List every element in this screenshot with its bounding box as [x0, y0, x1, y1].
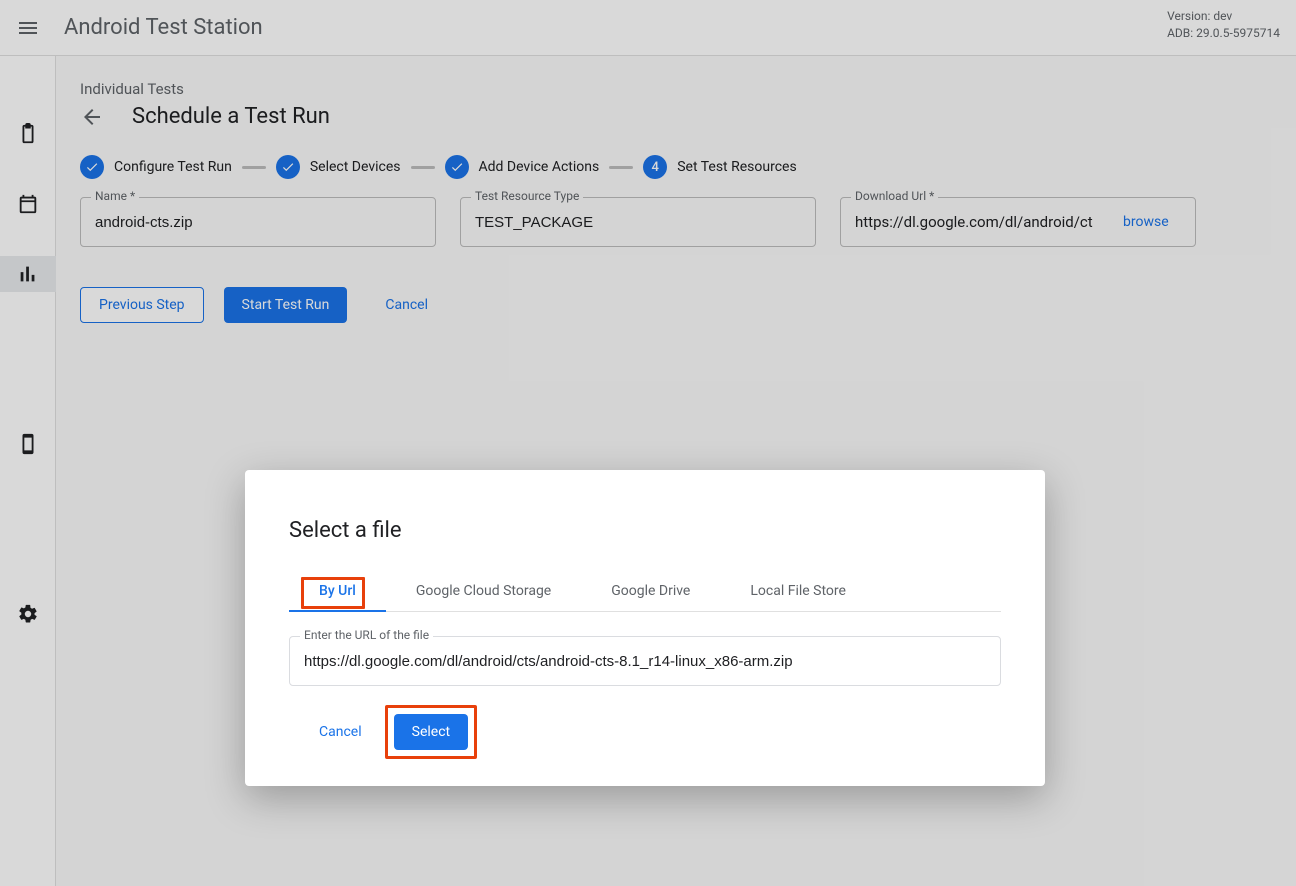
- select-file-dialog: Select a file By Url Google Cloud Storag…: [245, 470, 1045, 786]
- check-icon: [80, 155, 104, 179]
- name-field[interactable]: Name *: [80, 197, 436, 247]
- stepper: Configure Test Run Select Devices Add De…: [80, 155, 1272, 179]
- start-test-run-button[interactable]: Start Test Run: [224, 287, 348, 323]
- page-title: Schedule a Test Run: [132, 104, 330, 129]
- tab-by-url[interactable]: By Url: [289, 571, 386, 611]
- rail-calendar-icon[interactable]: [0, 186, 56, 222]
- dialog-select-button[interactable]: Select: [394, 714, 468, 750]
- page-header: Schedule a Test Run: [80, 104, 1272, 129]
- rail-phone-icon[interactable]: [0, 426, 56, 462]
- rail-chart-icon[interactable]: [0, 256, 56, 292]
- field-label: Name *: [91, 189, 139, 203]
- step-actions[interactable]: Add Device Actions: [445, 155, 600, 179]
- url-field[interactable]: Download Url * https://dl.google.com/dl/…: [840, 197, 1196, 247]
- step-label: Set Test Resources: [677, 159, 796, 175]
- check-icon: [276, 155, 300, 179]
- dialog-actions: Cancel Select: [289, 714, 1001, 750]
- appbar: Android Test Station Version: dev ADB: 2…: [0, 0, 1296, 56]
- step-devices[interactable]: Select Devices: [276, 155, 401, 179]
- rail-clipboard-icon[interactable]: [0, 116, 56, 152]
- dialog-title: Select a file: [289, 518, 1001, 543]
- step-resources[interactable]: 4 Set Test Resources: [643, 155, 796, 179]
- back-arrow-icon[interactable]: [80, 105, 104, 129]
- step-line: [242, 166, 266, 169]
- field-label: Test Resource Type: [471, 189, 583, 203]
- side-rail: [0, 56, 56, 886]
- type-input[interactable]: [475, 214, 801, 231]
- step-label: Configure Test Run: [114, 159, 232, 175]
- resource-fields: Name * Test Resource Type Download Url *…: [80, 197, 1272, 247]
- field-label: Download Url *: [851, 189, 938, 203]
- adb-line: ADB: 29.0.5-5975714: [1167, 25, 1280, 42]
- field-label: Enter the URL of the file: [300, 628, 433, 642]
- tab-local[interactable]: Local File Store: [720, 571, 876, 611]
- type-field[interactable]: Test Resource Type: [460, 197, 816, 247]
- check-icon: [445, 155, 469, 179]
- tab-drive[interactable]: Google Drive: [581, 571, 720, 611]
- dialog-cancel-button[interactable]: Cancel: [301, 714, 380, 750]
- url-value: https://dl.google.com/dl/android/ct: [855, 213, 1115, 231]
- step-label: Add Device Actions: [479, 159, 600, 175]
- version-info: Version: dev ADB: 29.0.5-5975714: [1167, 8, 1280, 42]
- browse-link[interactable]: browse: [1123, 214, 1169, 230]
- cancel-button[interactable]: Cancel: [367, 287, 446, 323]
- previous-step-button[interactable]: Previous Step: [80, 287, 204, 323]
- url-input-field[interactable]: Enter the URL of the file: [289, 636, 1001, 686]
- dialog-tabs: By Url Google Cloud Storage Google Drive…: [289, 571, 1001, 612]
- app-title: Android Test Station: [64, 15, 263, 40]
- breadcrumb: Individual Tests: [80, 80, 1272, 98]
- menu-icon[interactable]: [16, 16, 40, 40]
- rail-settings-icon[interactable]: [0, 596, 56, 632]
- step-line: [411, 166, 435, 169]
- step-line: [609, 166, 633, 169]
- url-input[interactable]: [304, 653, 986, 670]
- step-number-icon: 4: [643, 155, 667, 179]
- version-line: Version: dev: [1167, 8, 1280, 25]
- page-actions: Previous Step Start Test Run Cancel: [80, 287, 1272, 323]
- step-label: Select Devices: [310, 159, 401, 175]
- name-input[interactable]: [95, 214, 421, 231]
- tab-gcs[interactable]: Google Cloud Storage: [386, 571, 581, 611]
- step-configure[interactable]: Configure Test Run: [80, 155, 232, 179]
